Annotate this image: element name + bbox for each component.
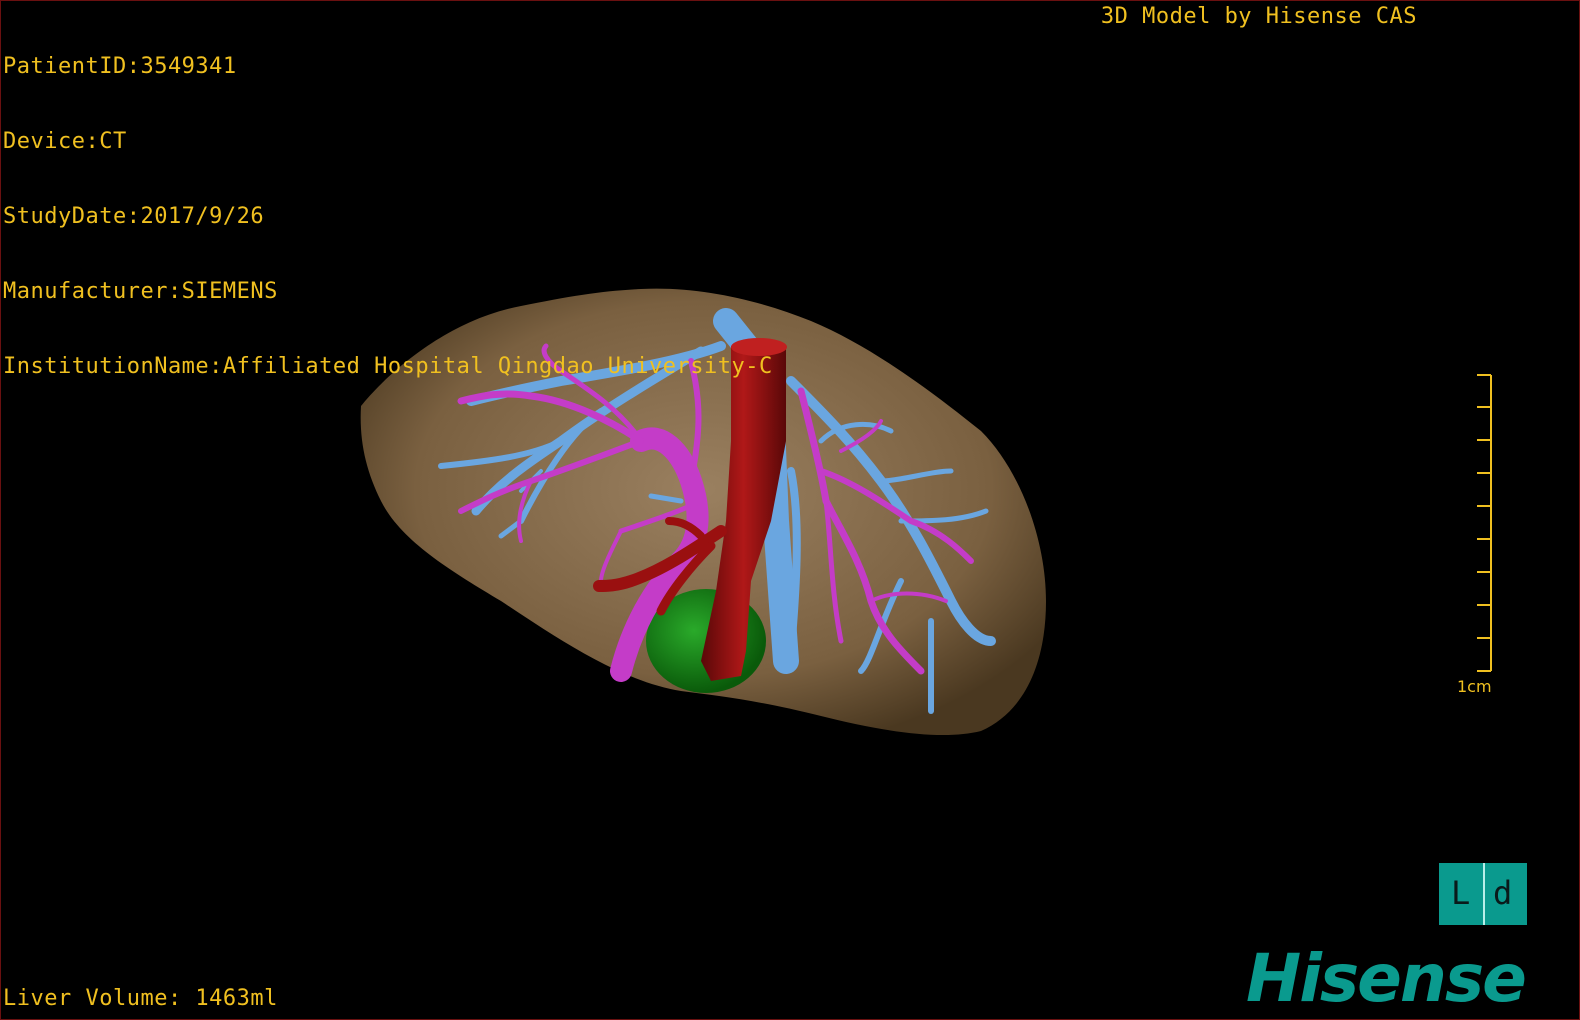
model-credit-text: 3D Model by Hisense CAS xyxy=(1100,4,1417,29)
patient-info-overlay: PatientID:3549341 Device:CT StudyDate:20… xyxy=(3,4,773,429)
hisense-logo: Hisense xyxy=(1246,940,1527,1017)
orientation-cube[interactable]: L d xyxy=(1439,863,1527,925)
institution-text: InstitutionName:Affiliated Hospital Qing… xyxy=(3,354,773,379)
patient-id-text: PatientID:3549341 xyxy=(3,54,237,79)
scale-bar xyxy=(1477,374,1492,672)
manufacturer-text: Manufacturer:SIEMENS xyxy=(3,279,278,304)
orientation-left-glyph: L xyxy=(1451,874,1471,912)
study-date-text: StudyDate:2017/9/26 xyxy=(3,204,265,229)
3d-viewport[interactable]: PatientID:3549341 Device:CT StudyDate:20… xyxy=(0,0,1580,1020)
orientation-right-glyph: d xyxy=(1493,874,1513,912)
device-text: Device:CT xyxy=(3,129,127,154)
scale-label: 1cm xyxy=(1457,677,1492,696)
orientation-divider xyxy=(1483,863,1485,925)
liver-volume-text: Liver Volume: 1463ml xyxy=(3,986,278,1011)
